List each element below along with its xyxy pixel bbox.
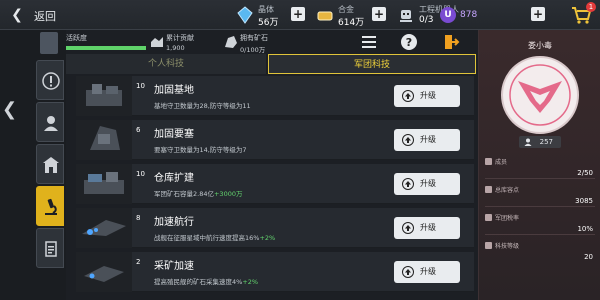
- mining-ship-thumbnail-icon: [76, 252, 132, 292]
- tech-list: 10 加固基地 基地守卫数量为28,防守等级为11 升级 6 加固要塞 要塞守卫…: [66, 76, 476, 300]
- nav-tab-buildings[interactable]: [36, 144, 64, 184]
- cart-badge: 1: [586, 2, 596, 12]
- robot-value: 0/3: [419, 15, 434, 25]
- alloy-value: 614万: [338, 18, 365, 28]
- legion-stat-tax-rate: 军团税率 10%: [485, 213, 595, 235]
- crystal-value: 56万: [258, 18, 279, 28]
- add-crystal-button[interactable]: +: [291, 7, 305, 21]
- legion-stat-members: 成员 2/50: [485, 157, 595, 179]
- members-icon: [485, 158, 492, 165]
- legion-member-count: 257: [519, 136, 561, 148]
- tech-description: 战舰在征服星域中航行速度提高16%+2%: [154, 234, 276, 242]
- tech-level: 8: [136, 214, 141, 222]
- tech-level: 6: [136, 126, 141, 134]
- back-button[interactable]: 返回: [34, 8, 56, 24]
- tech-title: 仓库扩建: [154, 173, 194, 184]
- upgrade-button[interactable]: 升级: [394, 217, 460, 239]
- back-arrow-icon[interactable]: ❮: [6, 5, 28, 25]
- nav-tab-tech[interactable]: [36, 186, 64, 226]
- legion-emblem-icon: [501, 56, 579, 134]
- alloy-icon: [317, 11, 333, 21]
- upgrade-arrow-icon: [402, 178, 414, 190]
- activity-bar: [66, 46, 146, 50]
- activity-label: 活跃度: [66, 34, 87, 42]
- tech-row-reinforce-base: 10 加固基地 基地守卫数量为28,防守等级为11 升级: [76, 76, 474, 116]
- tax-icon: [485, 214, 492, 221]
- player-stats-strip: 活跃度 累计贡献 1,900 拥有矿石 0/100万 ?: [36, 30, 476, 56]
- collapse-chevron-icon[interactable]: ❮: [2, 90, 17, 130]
- upgrade-button[interactable]: 升级: [394, 261, 460, 283]
- contribution-icon: [151, 37, 163, 47]
- storage-icon: [485, 186, 492, 193]
- ore-label: 拥有矿石: [240, 34, 268, 42]
- crystal-resource: 晶体 56万: [236, 3, 296, 28]
- tech-title: 采矿加速: [154, 261, 194, 272]
- list-icon[interactable]: [360, 33, 378, 51]
- tech-row-warehouse-expansion: 10 仓库扩建 军团矿石容量2.84亿+3000万 升级: [76, 164, 474, 204]
- avatar: [40, 32, 58, 54]
- robot-resource: 工程机器人 0/3: [397, 3, 459, 27]
- upgrade-arrow-icon: [402, 266, 414, 278]
- tech-level-icon: [485, 242, 492, 249]
- warehouse-thumbnail-icon: [76, 164, 132, 204]
- fortress-thumbnail-icon: [76, 120, 132, 160]
- tech-level: 10: [136, 170, 145, 178]
- person-icon: [44, 116, 58, 131]
- premium-currency-icon: U: [440, 7, 456, 23]
- legion-stat-tech-level: 科技等级 20: [485, 241, 595, 263]
- tech-title: 加固要塞: [154, 129, 194, 140]
- tech-level: 10: [136, 82, 145, 90]
- warship-thumbnail-icon: [76, 208, 132, 248]
- ore-icon: [225, 36, 237, 48]
- legion-name: 娄小毒: [528, 41, 552, 50]
- tech-description: 提高殖民舰的矿石采集速度4%+2%: [154, 278, 259, 286]
- upgrade-arrow-icon: [402, 222, 414, 234]
- contribution-value: 1,900: [166, 44, 185, 52]
- tech-description: 军团矿石容量2.84亿+3000万: [154, 190, 243, 198]
- tech-row-mining-acceleration: 2 采矿加速 提高殖民舰的矿石采集速度4%+2% 升级: [76, 252, 474, 292]
- microscope-icon: [45, 198, 57, 215]
- building-icon: [43, 157, 59, 173]
- svg-text:?: ?: [406, 36, 412, 49]
- contribution-label: 累计贡献: [166, 34, 194, 42]
- activity-bar-fill: [66, 46, 146, 50]
- tech-description: 要塞守卫数量为14,防守等级为7: [154, 146, 247, 154]
- exit-icon[interactable]: [442, 33, 460, 51]
- tech-row-reinforce-fortress: 6 加固要塞 要塞守卫数量为14,防守等级为7 升级: [76, 120, 474, 160]
- upgrade-arrow-icon: [402, 90, 414, 102]
- add-alloy-button[interactable]: +: [372, 7, 386, 21]
- crystal-label: 晶体: [258, 5, 274, 14]
- upgrade-button[interactable]: 升级: [394, 173, 460, 195]
- help-icon[interactable]: ?: [400, 33, 418, 51]
- crystal-icon: [237, 6, 253, 24]
- premium-currency-value: 878: [460, 10, 478, 20]
- tech-level: 2: [136, 258, 141, 266]
- tech-row-accelerated-navigation: 8 加速航行 战舰在征服星域中航行速度提高16%+2% 升级: [76, 208, 474, 248]
- nav-tab-records[interactable]: [36, 228, 64, 268]
- alloy-resource: 合金 614万: [316, 3, 376, 28]
- base-thumbnail-icon: [76, 76, 132, 116]
- legion-info-panel: 娄小毒 257 成员 2/50 总库容点 3085 军团税率 10% 科技等级 …: [478, 30, 600, 300]
- legion-stat-storage: 总库容点 3085: [485, 185, 595, 207]
- nav-tab-notice[interactable]: [36, 60, 64, 100]
- upgrade-button[interactable]: 升级: [394, 85, 460, 107]
- nav-tab-members[interactable]: [36, 102, 64, 142]
- document-icon: [45, 241, 57, 257]
- tech-description: 基地守卫数量为28,防守等级为11: [154, 102, 251, 110]
- tab-legion-tech[interactable]: 军团科技: [268, 54, 476, 74]
- add-premium-button[interactable]: +: [531, 7, 545, 21]
- tab-personal-tech[interactable]: 个人科技: [66, 54, 266, 74]
- alloy-label: 合金: [338, 5, 354, 14]
- upgrade-arrow-icon: [402, 134, 414, 146]
- robot-icon: [400, 10, 412, 22]
- people-icon: [524, 138, 532, 146]
- top-bar: ❮ 返回 晶体 56万 + 合金 614万 + 工程机器人 0/3 U 878 …: [0, 0, 600, 30]
- tech-title: 加速航行: [154, 217, 194, 228]
- upgrade-button[interactable]: 升级: [394, 129, 460, 151]
- alert-icon: [42, 72, 60, 90]
- left-nav: ❮: [0, 30, 66, 300]
- tech-title: 加固基地: [154, 85, 194, 96]
- tech-tabs: 个人科技 军团科技: [66, 54, 476, 74]
- ore-value: 0/100万: [240, 46, 266, 54]
